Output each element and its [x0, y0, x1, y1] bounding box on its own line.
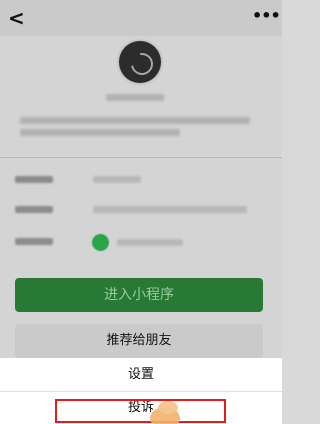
enter-mini-program-button[interactable]: 进入小程序: [15, 278, 263, 312]
mini-program-profile-screen: < ••• 进入小程序 推荐给朋友 设置 投诉: [0, 0, 282, 424]
section-divider: [0, 157, 282, 158]
service-value-blur: [93, 206, 247, 213]
mini-program-logo: [119, 41, 161, 83]
back-icon[interactable]: <: [8, 6, 26, 30]
privacy-value-blur: [117, 239, 183, 246]
recommend-to-friends-button[interactable]: 推荐给朋友: [15, 324, 263, 358]
verified-icon: [92, 234, 109, 251]
complaint-highlight-box: [55, 399, 226, 423]
mini-program-name-blur: [106, 94, 164, 101]
account-value-blur: [93, 176, 141, 183]
account-label-blur: [15, 176, 53, 183]
hand-finger-icon: [158, 401, 178, 414]
top-bar: [0, 0, 282, 36]
description-blur-line-1: [20, 117, 250, 124]
settings-option[interactable]: 设置: [0, 358, 282, 391]
more-icon[interactable]: •••: [252, 6, 281, 26]
privacy-label-blur: [15, 238, 53, 245]
logo-mark-icon: [126, 48, 158, 80]
service-label-blur: [15, 206, 53, 213]
description-blur-line-2: [20, 129, 180, 136]
